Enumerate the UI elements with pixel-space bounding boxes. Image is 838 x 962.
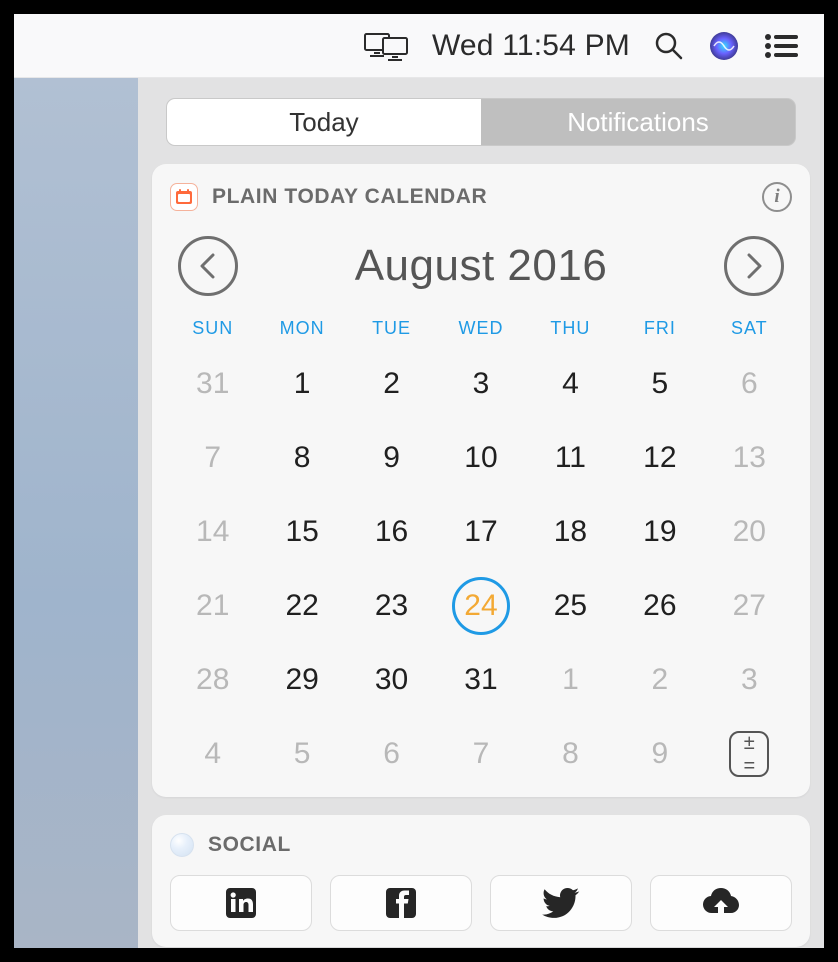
calendar-day[interactable]: 5 <box>257 727 346 781</box>
share-cloud-icon <box>701 886 741 920</box>
weekday-label: FRI <box>615 318 704 339</box>
social-widget: SOCIAL <box>152 815 810 947</box>
menu-bar: Wed 11:54 PM <box>14 14 824 78</box>
calendar-day[interactable]: 29 <box>257 653 346 707</box>
info-button[interactable]: i <box>762 182 792 212</box>
linkedin-button[interactable] <box>170 875 312 931</box>
twitter-icon <box>541 886 581 920</box>
calendar-day[interactable]: 10 <box>436 431 525 485</box>
weekday-label: SUN <box>168 318 257 339</box>
calendar-day[interactable]: 1 <box>257 357 346 411</box>
notification-center-icon[interactable] <box>764 33 798 59</box>
calendar-day[interactable]: 26 <box>615 579 704 633</box>
calendar-day[interactable]: 9 <box>347 431 436 485</box>
calendar-day[interactable]: 31 <box>168 357 257 411</box>
calendar-day[interactable]: 3 <box>705 653 794 707</box>
calendar-day[interactable]: 5 <box>615 357 704 411</box>
calendar-day[interactable]: 24 <box>436 579 525 633</box>
calendar-day[interactable]: 4 <box>526 357 615 411</box>
calendar-day[interactable]: 8 <box>257 431 346 485</box>
calendar-day[interactable]: 6 <box>705 357 794 411</box>
weekday-row: SUNMONTUEWEDTHUFRISAT <box>168 318 794 339</box>
displays-icon[interactable] <box>364 31 408 61</box>
calendar-day[interactable]: 2 <box>347 357 436 411</box>
calendar-day[interactable]: 21 <box>168 579 257 633</box>
desktop-wallpaper <box>14 78 138 948</box>
calendar-widget: PLAIN TODAY CALENDAR i August 2016 <box>152 164 810 797</box>
calendar-day[interactable]: 7 <box>168 431 257 485</box>
social-app-icon <box>170 833 194 857</box>
calendar-day[interactable]: 12 <box>615 431 704 485</box>
calendar-day[interactable]: 1 <box>526 653 615 707</box>
prev-month-button[interactable] <box>178 236 238 296</box>
share-button[interactable] <box>650 875 792 931</box>
calendar-day[interactable]: 8 <box>526 727 615 781</box>
weekday-label: TUE <box>347 318 436 339</box>
weekday-label: SAT <box>705 318 794 339</box>
twitter-button[interactable] <box>490 875 632 931</box>
calendar-day[interactable]: 13 <box>705 431 794 485</box>
chevron-right-icon <box>742 252 766 280</box>
calendar-day[interactable]: 30 <box>347 653 436 707</box>
calendar-day[interactable]: 25 <box>526 579 615 633</box>
calendar-day[interactable]: 23 <box>347 579 436 633</box>
chevron-left-icon <box>196 252 220 280</box>
calendar-settings-button[interactable]: ±= <box>705 727 794 781</box>
calendar-app-icon <box>170 183 198 211</box>
social-widget-title: SOCIAL <box>208 833 291 857</box>
days-grid: 3112345678910111213141516171819202122232… <box>168 357 794 781</box>
month-title: August 2016 <box>355 241 608 291</box>
calendar-day[interactable]: 17 <box>436 505 525 559</box>
facebook-icon <box>384 886 418 920</box>
plus-minus-icon: ±= <box>729 731 769 777</box>
calendar-day[interactable]: 9 <box>615 727 704 781</box>
calendar-day[interactable]: 22 <box>257 579 346 633</box>
calendar-day[interactable]: 3 <box>436 357 525 411</box>
calendar-day[interactable]: 27 <box>705 579 794 633</box>
calendar-day[interactable]: 20 <box>705 505 794 559</box>
calendar-day[interactable]: 18 <box>526 505 615 559</box>
calendar-day[interactable]: 19 <box>615 505 704 559</box>
weekday-label: MON <box>257 318 346 339</box>
facebook-button[interactable] <box>330 875 472 931</box>
calendar-day[interactable]: 6 <box>347 727 436 781</box>
notification-center-panel: Today Notifications PLAIN TODAY CALENDAR <box>138 78 824 948</box>
calendar-day[interactable]: 4 <box>168 727 257 781</box>
calendar-day[interactable]: 11 <box>526 431 615 485</box>
tab-notifications[interactable]: Notifications <box>481 99 795 145</box>
calendar-day[interactable]: 15 <box>257 505 346 559</box>
next-month-button[interactable] <box>724 236 784 296</box>
weekday-label: THU <box>526 318 615 339</box>
menubar-clock[interactable]: Wed 11:54 PM <box>432 29 630 63</box>
siri-icon[interactable] <box>708 30 740 62</box>
panel-tabbar: Today Notifications <box>166 98 796 146</box>
calendar-day[interactable]: 2 <box>615 653 704 707</box>
calendar-day[interactable]: 31 <box>436 653 525 707</box>
calendar-day[interactable]: 16 <box>347 505 436 559</box>
weekday-label: WED <box>436 318 525 339</box>
calendar-widget-title: PLAIN TODAY CALENDAR <box>212 185 487 209</box>
calendar-day[interactable]: 7 <box>436 727 525 781</box>
tab-today[interactable]: Today <box>167 99 481 145</box>
calendar-day[interactable]: 14 <box>168 505 257 559</box>
linkedin-icon <box>224 886 258 920</box>
spotlight-icon[interactable] <box>654 31 684 61</box>
calendar-day[interactable]: 28 <box>168 653 257 707</box>
